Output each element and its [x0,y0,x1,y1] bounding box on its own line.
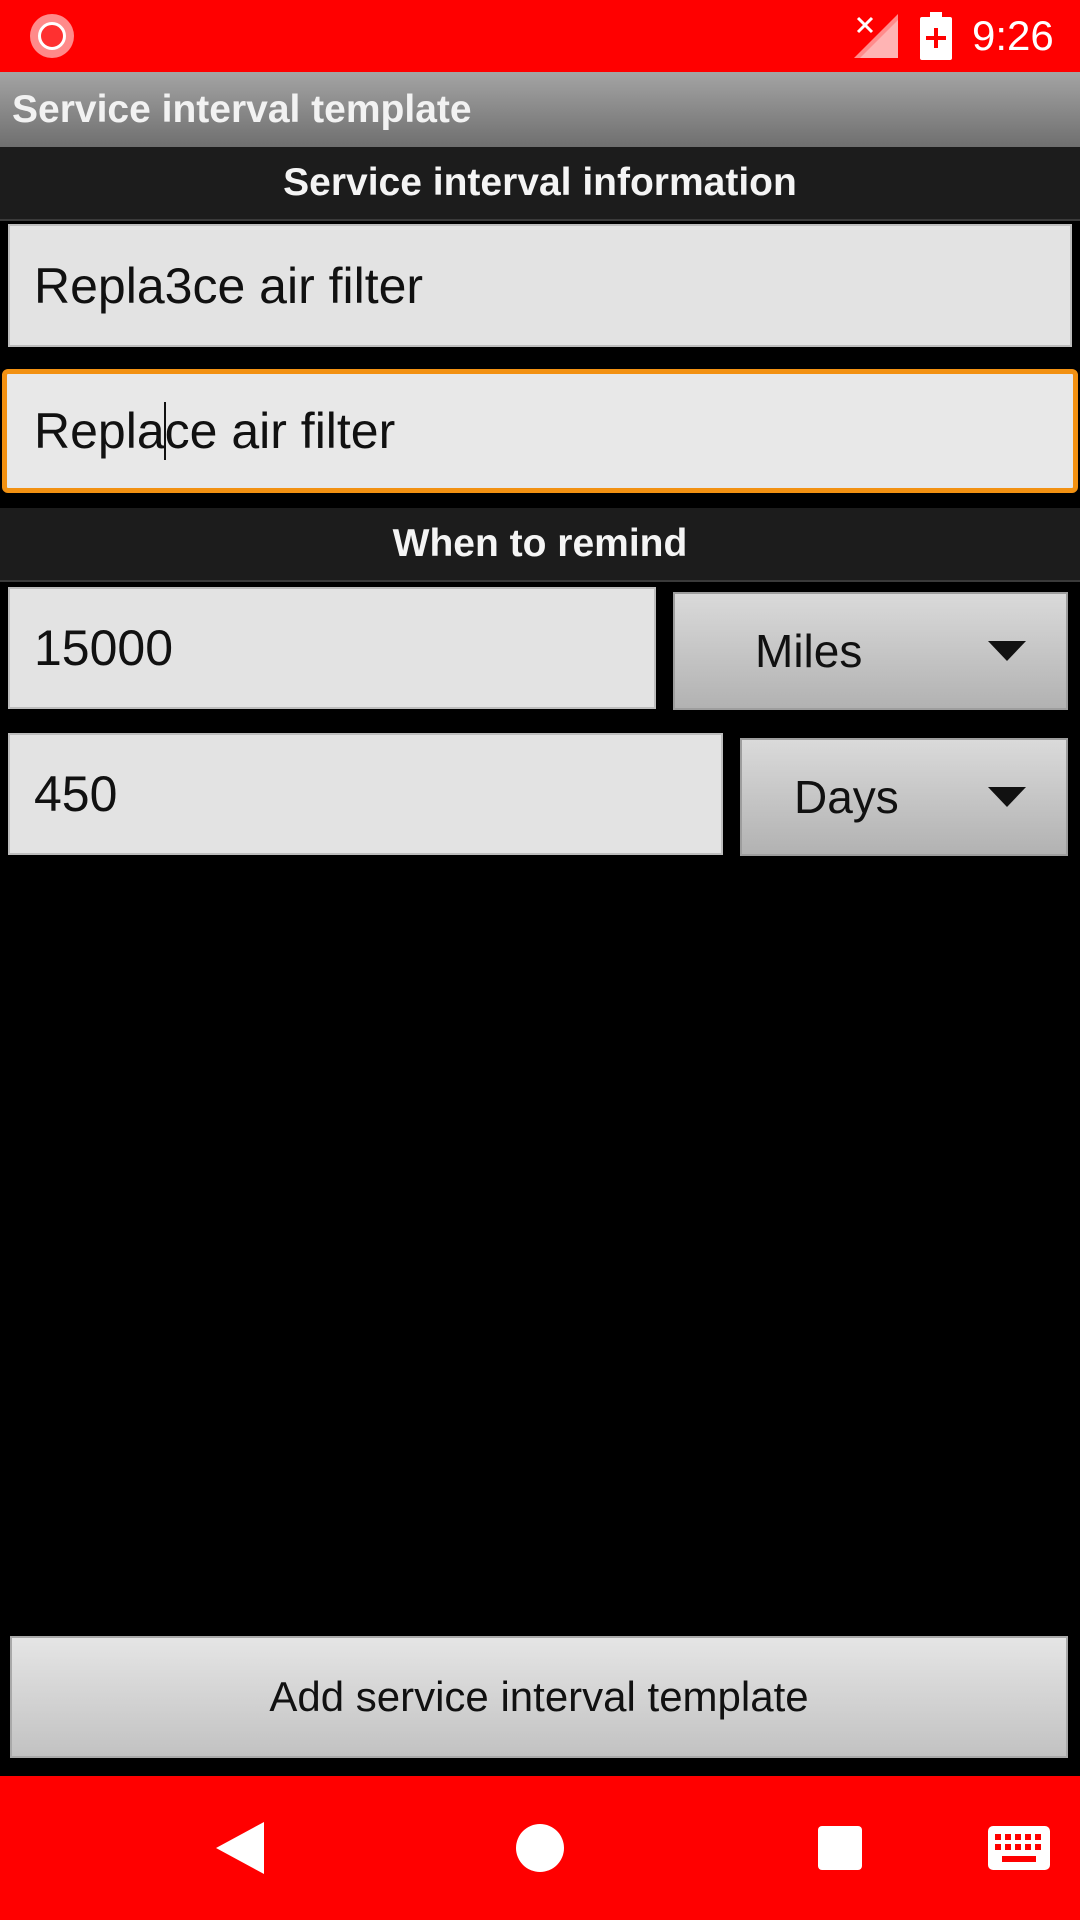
miles-interval-field[interactable]: 15000 [8,587,656,709]
battery-charging-icon [920,12,952,60]
page-title: Service interval template [12,88,472,131]
distance-unit-value: Miles [755,625,863,677]
chevron-down-icon [988,641,1026,661]
status-time: 9:26 [972,12,1054,59]
no-signal-icon [854,14,898,58]
service-name-value: Repla3ce air filter [34,257,424,314]
title-bar: Service interval template [0,72,1080,147]
screen: 9:26 Service interval template Service i… [0,0,1080,1920]
section-header-info-label: Service interval information [283,161,797,204]
section-header-info: Service interval information [0,147,1080,221]
section-header-remind: When to remind [0,508,1080,582]
status-bar: 9:26 [0,0,1080,72]
service-description-field[interactable]: Repla ce air filter [2,369,1078,493]
chevron-down-icon [988,787,1026,807]
add-service-interval-template-button[interactable]: Add service interval template [10,1636,1068,1758]
days-interval-field[interactable]: 450 [8,733,723,855]
days-interval-value: 450 [34,766,118,822]
add-button-label: Add service interval template [269,1673,809,1720]
service-description-text-before-cursor: Repla [34,403,165,459]
home-icon[interactable] [516,1824,564,1872]
back-icon[interactable] [216,1822,264,1874]
miles-interval-value: 15000 [34,620,174,676]
keyboard-icon[interactable] [988,1826,1050,1870]
recents-icon[interactable] [818,1826,862,1870]
service-name-field[interactable]: Repla3ce air filter [8,224,1072,347]
screen-record-icon [30,14,74,58]
service-description-text-after-cursor: ce air filter [164,403,396,459]
time-unit-spinner[interactable]: Days [740,738,1068,856]
time-unit-value: Days [794,771,899,823]
distance-unit-spinner[interactable]: Miles [673,592,1068,710]
section-header-remind-label: When to remind [392,522,688,565]
